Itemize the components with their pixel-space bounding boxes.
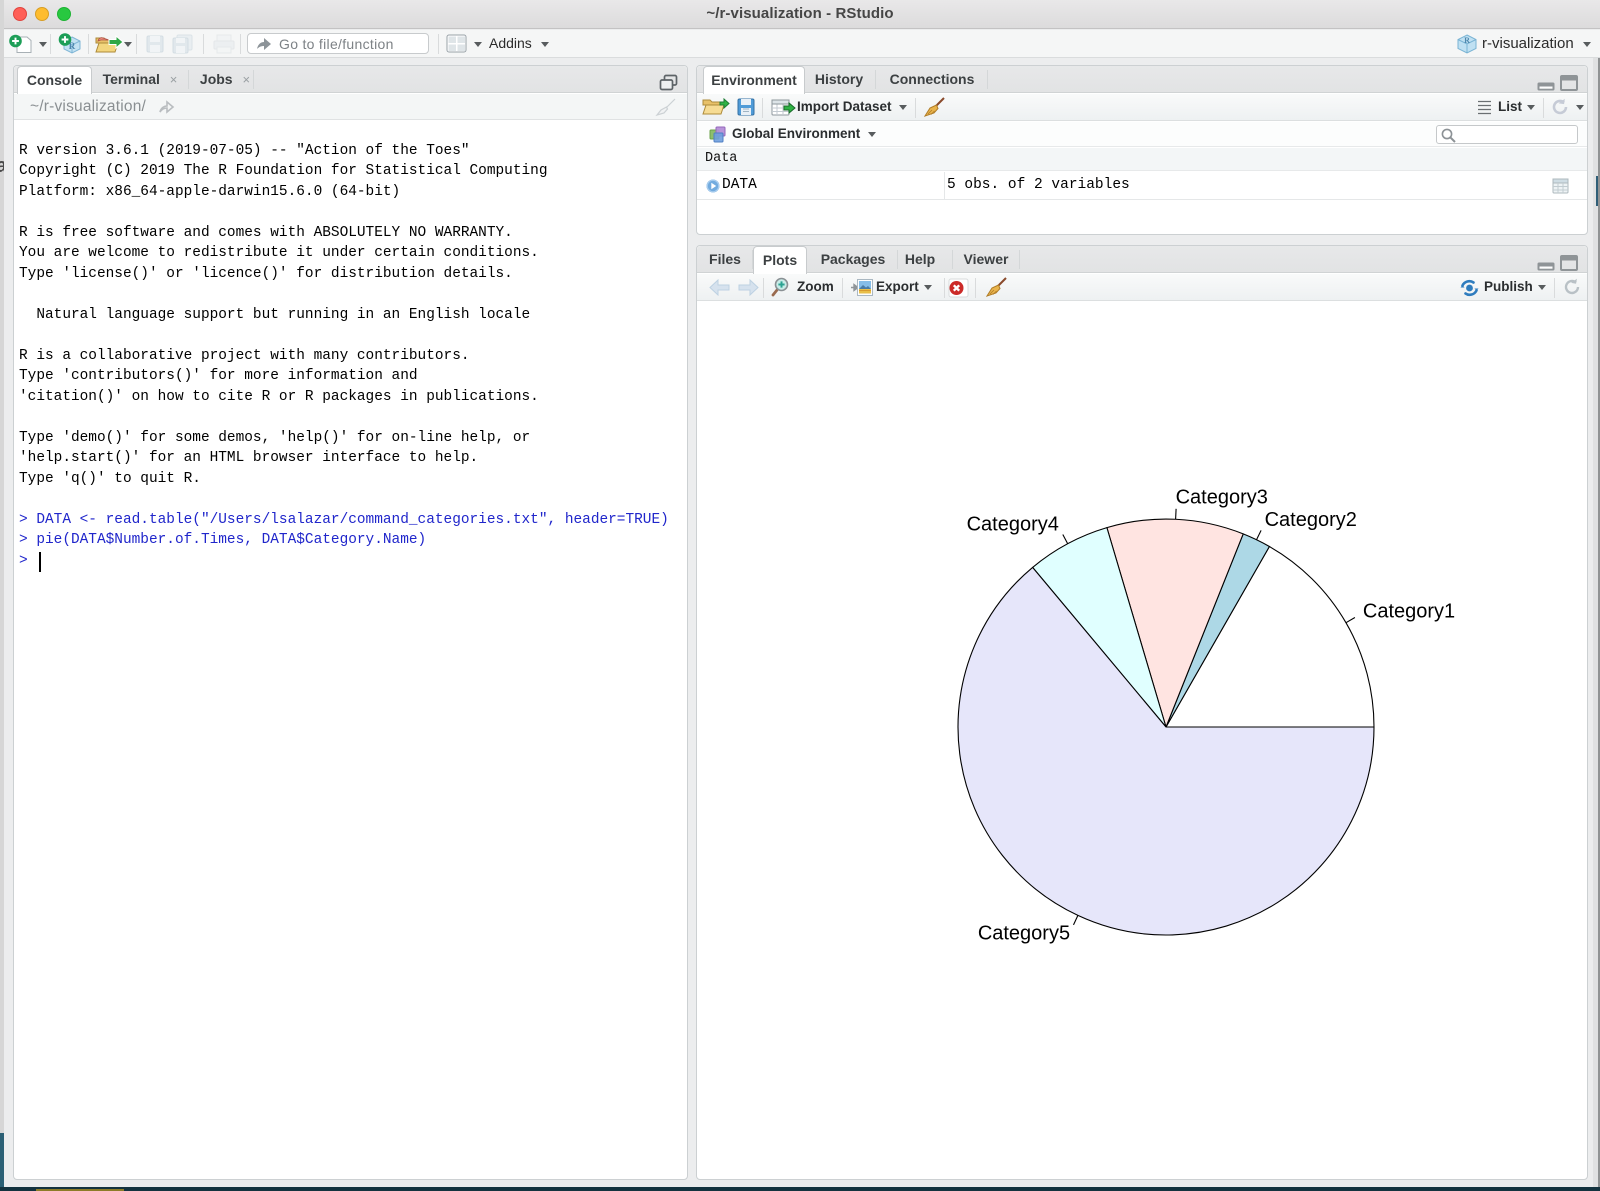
svg-text:Category5: Category5 — [978, 922, 1070, 944]
svg-text:R: R — [1464, 36, 1470, 45]
svg-text:Category3: Category3 — [1176, 486, 1268, 508]
svg-text:Category1: Category1 — [1363, 600, 1455, 622]
svg-text:Category4: Category4 — [967, 513, 1059, 535]
svg-text:Category2: Category2 — [1265, 509, 1357, 531]
